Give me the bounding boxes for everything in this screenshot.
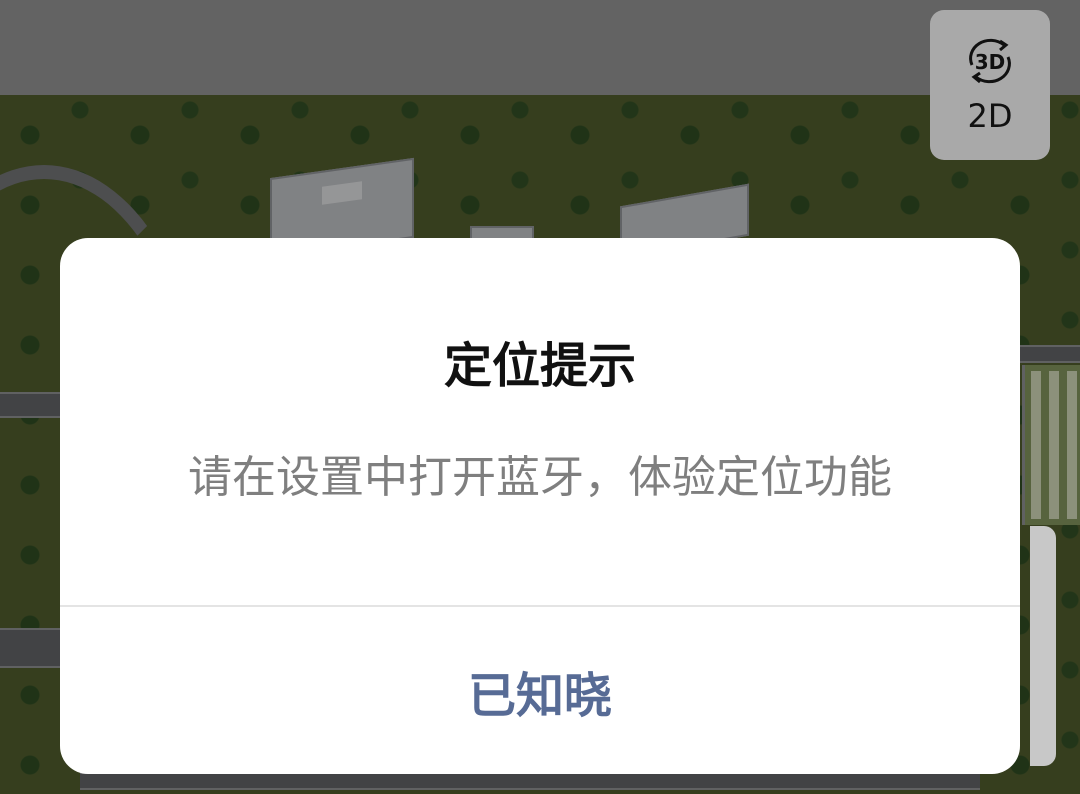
view-mode-toggle-button[interactable]: 3D 2D <box>930 10 1050 160</box>
side-panel-tab[interactable] <box>1030 526 1056 766</box>
dialog-confirm-button[interactable]: 已知晓 <box>60 607 1020 774</box>
rotate-3d-icon-text: 3D <box>974 50 1006 74</box>
location-alert-dialog: 定位提示 请在设置中打开蓝牙，体验定位功能 已知晓 <box>60 238 1020 774</box>
dialog-message: 请在设置中打开蓝牙，体验定位功能 <box>188 452 892 503</box>
view-mode-label: 2D <box>967 97 1013 135</box>
rotate-3d-icon: 3D <box>960 35 1020 87</box>
dialog-title: 定位提示 <box>443 338 636 394</box>
